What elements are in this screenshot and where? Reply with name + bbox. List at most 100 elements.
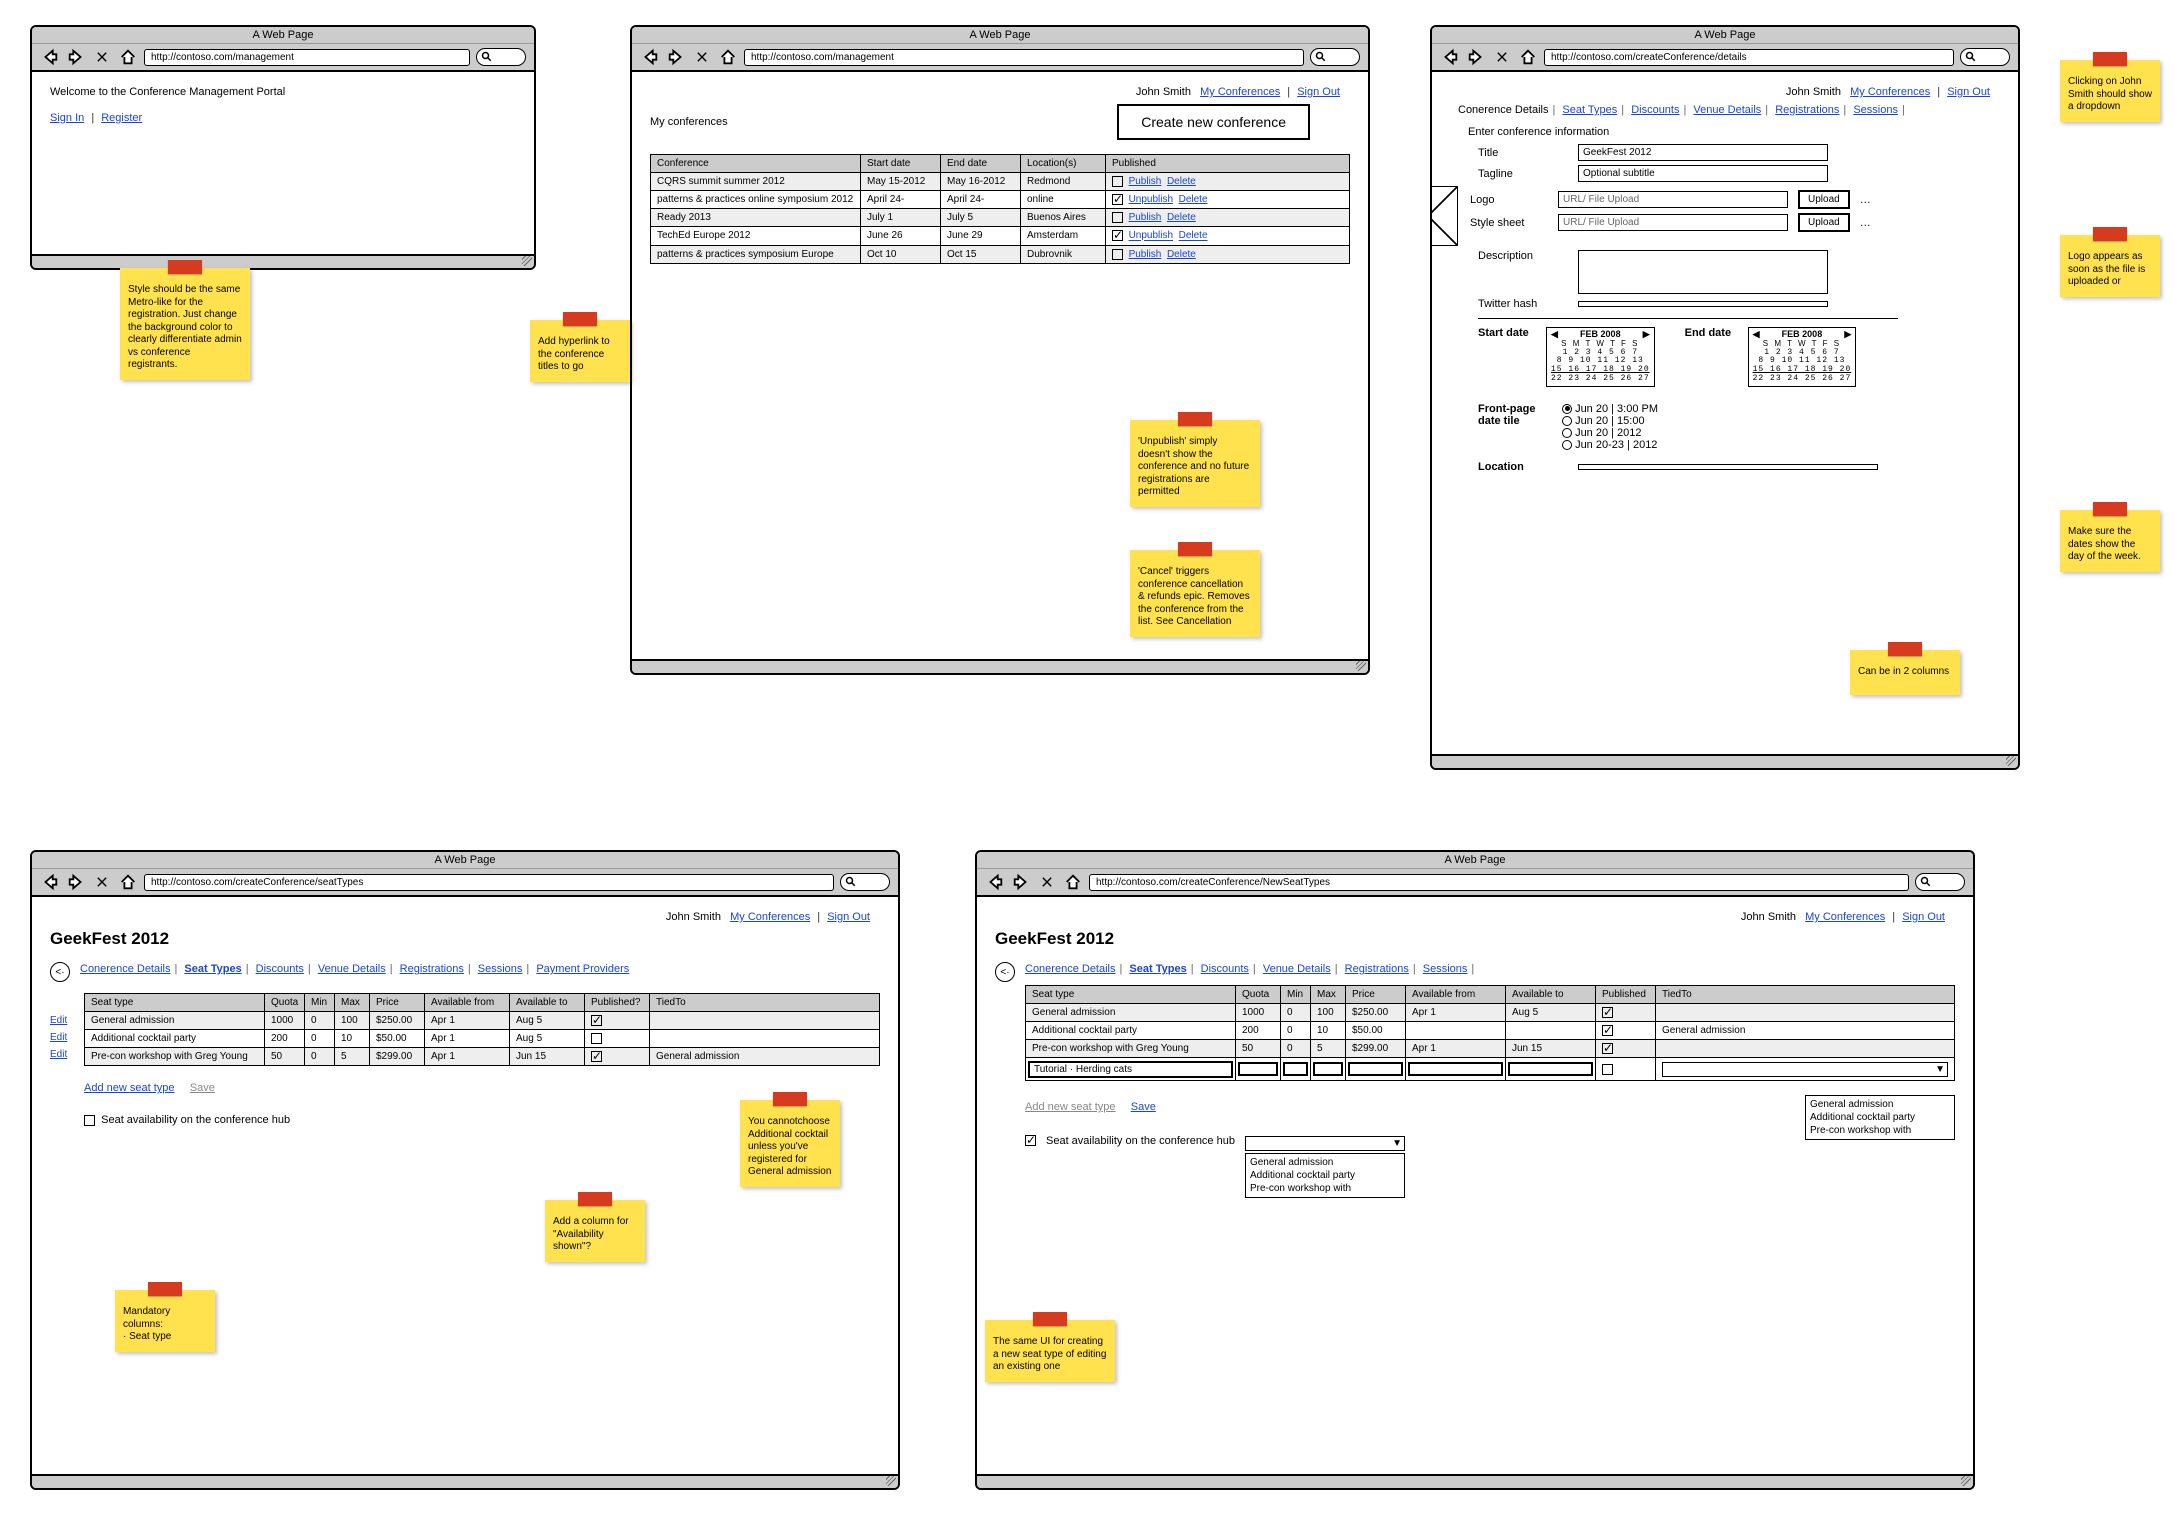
edit-link[interactable]: Edit bbox=[50, 1015, 67, 1026]
new-max-input[interactable] bbox=[1313, 1062, 1343, 1076]
tab-seat-types[interactable]: Seat Types bbox=[184, 963, 241, 975]
tagline-input[interactable]: Optional subtitle bbox=[1578, 165, 1828, 182]
calendar-start[interactable]: ◀FEB 2008▶ S M T W T F S 1 2 3 4 5 6 7 8… bbox=[1546, 327, 1655, 387]
availability-checkbox[interactable] bbox=[84, 1115, 95, 1126]
stop-icon[interactable] bbox=[692, 48, 712, 66]
edit-link[interactable]: Edit bbox=[50, 1032, 67, 1043]
back-icon[interactable] bbox=[640, 48, 660, 66]
back-icon[interactable] bbox=[985, 873, 1005, 891]
dropdown-option[interactable]: Additional cocktail party bbox=[1250, 1169, 1400, 1182]
back-circle-icon[interactable]: <· bbox=[995, 962, 1015, 982]
forward-icon[interactable] bbox=[66, 873, 86, 891]
edit-link[interactable]: Edit bbox=[50, 1049, 67, 1060]
tab-details[interactable]: Conerence Details bbox=[1458, 104, 1549, 116]
published-checkbox[interactable] bbox=[1602, 1064, 1613, 1075]
dropdown-option[interactable]: Pre-con workshop with bbox=[1250, 1182, 1400, 1195]
availability-dropdown[interactable]: ▼ bbox=[1245, 1136, 1405, 1151]
tied-to-dropdown[interactable]: ▼ bbox=[1662, 1062, 1948, 1077]
logo-upload-input[interactable]: URL/ File Upload bbox=[1558, 191, 1788, 208]
forward-icon[interactable] bbox=[1466, 48, 1486, 66]
my-conferences-link[interactable]: My Conferences bbox=[1850, 86, 1930, 98]
radio-date-format[interactable] bbox=[1562, 404, 1572, 414]
published-checkbox[interactable] bbox=[591, 1015, 602, 1026]
title-input[interactable]: GeekFest 2012 bbox=[1578, 144, 1828, 161]
upload-logo-button[interactable]: Upload bbox=[1798, 190, 1850, 209]
publish-link[interactable]: Publish bbox=[1129, 176, 1162, 187]
back-circle-icon[interactable]: <· bbox=[50, 962, 70, 982]
description-input[interactable] bbox=[1578, 250, 1828, 294]
search-box[interactable] bbox=[476, 48, 526, 66]
create-conference-button[interactable]: Create new conference bbox=[1117, 104, 1310, 140]
published-checkbox[interactable] bbox=[591, 1051, 602, 1062]
user-label[interactable]: John Smith bbox=[666, 911, 721, 923]
dropdown-option[interactable]: Additional cocktail party bbox=[1810, 1111, 1950, 1124]
url-input[interactable]: http://contoso.com/createConference/deta… bbox=[1544, 49, 1954, 66]
tab-discounts[interactable]: Discounts bbox=[256, 963, 304, 975]
publish-link[interactable]: Publish bbox=[1129, 212, 1162, 223]
add-seat-type-link[interactable]: Add new seat type bbox=[84, 1082, 175, 1094]
search-box[interactable] bbox=[840, 873, 890, 891]
new-from-input[interactable] bbox=[1408, 1062, 1503, 1076]
new-seat-name-input[interactable]: Tutorial · Herding cats bbox=[1028, 1061, 1233, 1078]
home-icon[interactable] bbox=[1518, 48, 1538, 66]
upload-stylesheet-button[interactable]: Upload bbox=[1798, 213, 1850, 232]
tab-payment[interactable]: Payment Providers bbox=[536, 963, 629, 975]
search-box[interactable] bbox=[1915, 873, 1965, 891]
tab-sessions[interactable]: Sessions bbox=[1423, 963, 1468, 975]
tab-sessions[interactable]: Sessions bbox=[478, 963, 523, 975]
user-label[interactable]: John Smith bbox=[1136, 86, 1191, 98]
calendar-end[interactable]: ◀FEB 2008▶ S M T W T F S 1 2 3 4 5 6 7 8… bbox=[1748, 327, 1857, 387]
my-conferences-link[interactable]: My Conferences bbox=[730, 911, 810, 923]
new-quota-input[interactable] bbox=[1238, 1062, 1278, 1076]
back-icon[interactable] bbox=[40, 873, 60, 891]
location-input[interactable] bbox=[1578, 464, 1878, 470]
tab-registrations[interactable]: Registrations bbox=[1345, 963, 1409, 975]
radio-date-format[interactable] bbox=[1562, 428, 1572, 438]
stop-icon[interactable] bbox=[1037, 873, 1057, 891]
stop-icon[interactable] bbox=[92, 48, 112, 66]
unpublish-link[interactable]: Unpublish bbox=[1129, 231, 1173, 242]
tied-to-dropdown-list[interactable]: General admission Additional cocktail pa… bbox=[1805, 1095, 1955, 1140]
published-checkbox[interactable] bbox=[1602, 1025, 1613, 1036]
dropdown-option[interactable]: General admission bbox=[1250, 1156, 1400, 1169]
search-box[interactable] bbox=[1960, 48, 2010, 66]
publish-link[interactable]: Publish bbox=[1129, 249, 1162, 260]
tab-details[interactable]: Conerence Details bbox=[1025, 963, 1116, 975]
tab-registrations[interactable]: Registrations bbox=[400, 963, 464, 975]
tab-discounts[interactable]: Discounts bbox=[1631, 104, 1679, 116]
my-conferences-link[interactable]: My Conferences bbox=[1805, 911, 1885, 923]
url-input[interactable]: http://contoso.com/management bbox=[144, 49, 470, 66]
new-price-input[interactable] bbox=[1348, 1062, 1403, 1076]
forward-icon[interactable] bbox=[1011, 873, 1031, 891]
my-conferences-link[interactable]: My Conferences bbox=[1200, 86, 1280, 98]
tab-seat-types[interactable]: Seat Types bbox=[1129, 963, 1186, 975]
stop-icon[interactable] bbox=[92, 873, 112, 891]
sign-out-link[interactable]: Sign Out bbox=[827, 911, 870, 923]
tab-sessions[interactable]: Sessions bbox=[1853, 104, 1898, 116]
tab-venue[interactable]: Venue Details bbox=[1693, 104, 1761, 116]
url-input[interactable]: http://contoso.com/createConference/seat… bbox=[144, 874, 834, 891]
sign-out-link[interactable]: Sign Out bbox=[1297, 86, 1340, 98]
dropdown-option[interactable]: Pre-con workshop with bbox=[1810, 1124, 1950, 1137]
ellipsis-icon[interactable]: … bbox=[1860, 194, 1871, 206]
home-icon[interactable] bbox=[718, 48, 738, 66]
dropdown-option[interactable]: General admission bbox=[1810, 1098, 1950, 1111]
tab-discounts[interactable]: Discounts bbox=[1201, 963, 1249, 975]
availability-checkbox[interactable] bbox=[1025, 1135, 1036, 1146]
save-link[interactable]: Save bbox=[1131, 1101, 1156, 1113]
stop-icon[interactable] bbox=[1492, 48, 1512, 66]
tab-seat-types[interactable]: Seat Types bbox=[1562, 104, 1617, 116]
stylesheet-upload-input[interactable]: URL/ File Upload bbox=[1558, 214, 1788, 231]
user-label[interactable]: John Smith bbox=[1786, 86, 1841, 98]
ellipsis-icon[interactable]: … bbox=[1860, 217, 1871, 229]
back-icon[interactable] bbox=[1440, 48, 1460, 66]
published-checkbox[interactable] bbox=[1602, 1007, 1613, 1018]
tab-venue[interactable]: Venue Details bbox=[318, 963, 386, 975]
published-checkbox[interactable] bbox=[1112, 230, 1123, 241]
published-checkbox[interactable] bbox=[591, 1033, 602, 1044]
back-icon[interactable] bbox=[40, 48, 60, 66]
delete-link[interactable]: Delete bbox=[1179, 194, 1208, 205]
forward-icon[interactable] bbox=[666, 48, 686, 66]
tab-registrations[interactable]: Registrations bbox=[1775, 104, 1839, 116]
delete-link[interactable]: Delete bbox=[1179, 231, 1208, 242]
